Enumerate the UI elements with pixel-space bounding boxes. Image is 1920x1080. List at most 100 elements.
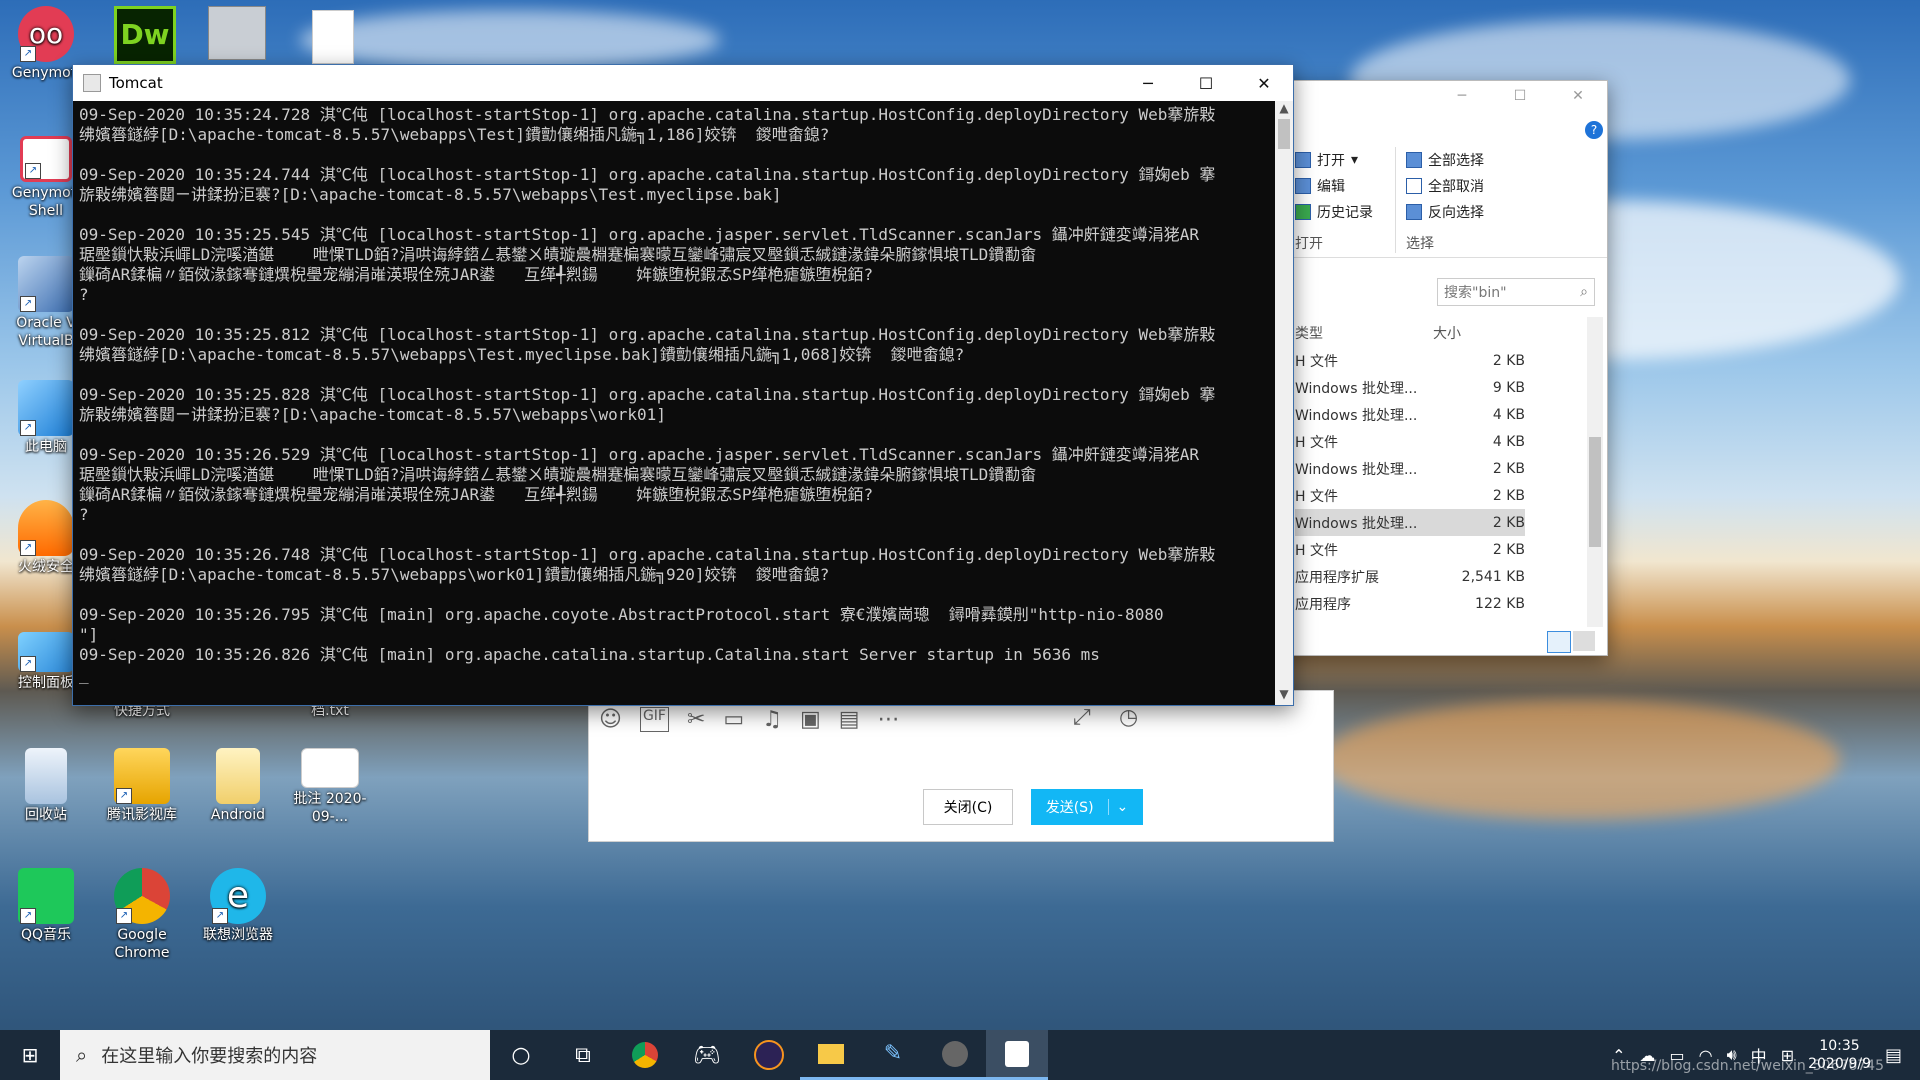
desktop-icon-screenshot[interactable]: 批注 2020-09-... [286, 748, 374, 826]
ribbon-open[interactable]: 打开 ▾ [1295, 147, 1373, 173]
file-row[interactable]: Windows 批处理... 2 KB [1295, 455, 1525, 482]
gamepad-icon[interactable]: 🎮︎ [676, 1030, 738, 1080]
cortana-icon[interactable]: ○ [490, 1030, 552, 1080]
chrome-icon[interactable] [614, 1030, 676, 1080]
history-clock-icon[interactable]: ◷ [1119, 705, 1138, 730]
genymotion-shell-icon: ↗ [20, 136, 72, 182]
tomcat-window: Tomcat ─ ☐ ✕ 09-Sep-2020 10:35:24.728 淇℃… [72, 64, 1294, 706]
desktop-icon-android[interactable]: Android [194, 748, 282, 824]
java-app-icon [83, 74, 101, 92]
desktop-icon-lenovo-browser[interactable]: e ↗ 联想浏览器 [194, 868, 282, 944]
console-line: "] [79, 625, 99, 644]
folder-icon [216, 748, 260, 804]
pen-tool-icon[interactable]: ✎ [862, 1030, 924, 1080]
help-icon[interactable]: ? [1585, 121, 1603, 139]
tomcat-titlebar[interactable]: Tomcat ─ ☐ ✕ [73, 65, 1293, 101]
windows-start-icon[interactable]: ⊞ [0, 1030, 60, 1080]
computer-icon: ↗ [18, 380, 74, 436]
search-icon: ⌕ [1580, 284, 1588, 300]
virtualbox-icon: ↗ [18, 256, 74, 312]
maximize-button[interactable]: ☐ [1491, 81, 1549, 111]
console-line: 09-Sep-2020 10:35:26.529 淇℃伅 [localhost-… [79, 445, 1200, 464]
tiles-view-icon[interactable] [1573, 631, 1595, 651]
file-row[interactable]: Windows 批处理... 2 KB [1295, 509, 1525, 536]
scissors-icon[interactable]: ✂ [687, 707, 705, 732]
scroll-up-arrow[interactable]: ▲ [1275, 101, 1293, 119]
task-view-icon[interactable]: ⧉ [552, 1030, 614, 1080]
browser-e-icon: e ↗ [210, 868, 266, 924]
console-scrollbar[interactable]: ▲ ▼ [1275, 101, 1293, 705]
dreamweaver-icon[interactable]: Dw [114, 6, 176, 64]
emoji-icon[interactable]: ☺ [599, 707, 622, 732]
ribbon-edit[interactable]: 编辑 [1295, 173, 1373, 199]
scroll-down-arrow[interactable]: ▼ [1275, 687, 1293, 705]
taskbar-search[interactable]: ⌕ 在这里输入你要搜索的内容 [60, 1030, 490, 1080]
explorer-window: ─ ☐ ✕ 打开 ▾ 编辑 历史记录 打开 全部选择 全部取消 反向选择 选择 搜… [1270, 80, 1608, 656]
desktop-icon-recycle-bin[interactable]: 回收站 [2, 748, 90, 824]
ribbon-select-all[interactable]: 全部选择 [1406, 147, 1484, 173]
video-icon[interactable]: ▤ [839, 707, 860, 732]
chevron-down-icon[interactable]: ⌄ [1107, 799, 1128, 815]
desktop-icon-tencent-video[interactable]: ↗ 腾讯影视库 [98, 748, 186, 824]
folder-icon[interactable]: ▭ [723, 707, 744, 732]
eclipse-icon[interactable] [738, 1030, 800, 1080]
minimize-button[interactable]: ─ [1433, 81, 1491, 111]
file-row[interactable]: 应用程序扩展 2,541 KB [1295, 563, 1525, 590]
details-view-icon[interactable] [1547, 631, 1571, 653]
taskbar: ⊞ ⌕ 在这里输入你要搜索的内容 ○ ⧉ 🎮︎ ✎ ⌃ ☁ ▭ ◠ 🔊︎ 中 ⊞… [0, 1030, 1920, 1080]
desktop-icon-qq-music[interactable]: ↗ QQ音乐 [2, 868, 90, 944]
explorer-scrollbar[interactable] [1587, 317, 1603, 627]
desktop-icon-chrome[interactable]: ↗ Google Chrome [98, 868, 186, 962]
console-line: 旂敤绋嬪簭閮ㄧ讲鍒扮洰褰?[D:\apache-tomcat-8.5.57\we… [79, 185, 782, 204]
taskbar-search-input[interactable]: 在这里输入你要搜索的内容 [101, 1042, 317, 1068]
search-box[interactable]: 搜索"bin" ⌕ [1437, 278, 1595, 306]
ribbon: 打开 ▾ 编辑 历史记录 打开 全部选择 全部取消 反向选择 选择 [1271, 147, 1607, 258]
file-row[interactable]: H 文件 4 KB [1295, 428, 1525, 455]
ribbon-select-none[interactable]: 全部取消 [1406, 173, 1484, 199]
search-input[interactable]: 搜索"bin" [1444, 282, 1507, 302]
console-line: 绋嬪簭鐩綍[D:\apache-tomcat-8.5.57\webapps\Te… [79, 345, 965, 364]
console-line: 09-Sep-2020 10:35:25.812 淇℃伅 [localhost-… [79, 325, 1216, 344]
notification-icon[interactable]: ▤ [1885, 1045, 1902, 1066]
minesweeper-icon[interactable] [208, 6, 266, 60]
send-button[interactable]: 发送(S) ⌄ [1031, 789, 1143, 825]
java-icon[interactable] [986, 1030, 1048, 1080]
window-title: Tomcat [109, 74, 163, 92]
console-line: 绋嬪簭鐩綍[D:\apache-tomcat-8.5.57\webapps\wo… [79, 565, 830, 584]
app-icon[interactable] [924, 1030, 986, 1080]
more-icon[interactable]: ⋯ [878, 707, 900, 732]
gif-icon[interactable]: GIF [639, 707, 669, 732]
file-row[interactable]: Windows 批处理... 4 KB [1295, 401, 1525, 428]
file-row[interactable]: 应用程序 122 KB [1295, 590, 1525, 617]
ribbon-history[interactable]: 历史记录 [1295, 199, 1373, 225]
close-button[interactable]: ✕ [1235, 65, 1293, 101]
console-line: 09-Sep-2020 10:35:26.748 淇℃伅 [localhost-… [79, 545, 1216, 564]
close-button[interactable]: 关闭(C) [923, 789, 1013, 825]
music-icon[interactable]: ♫ [762, 707, 782, 732]
control-panel-icon: ↗ [18, 632, 74, 672]
scroll-thumb[interactable] [1278, 119, 1290, 149]
image-icon[interactable]: ▣ [800, 707, 821, 732]
expand-icon[interactable]: ⤢ [1073, 705, 1091, 730]
file-row[interactable]: H 文件 2 KB [1295, 482, 1525, 509]
console-output[interactable]: 09-Sep-2020 10:35:24.728 淇℃伅 [localhost-… [73, 101, 1275, 705]
send-label: 发送(S) [1045, 800, 1094, 816]
file-row[interactable]: H 文件 2 KB [1295, 536, 1525, 563]
file-row[interactable]: H 文件 2 KB [1295, 347, 1525, 374]
blank-file-icon[interactable] [312, 10, 354, 64]
close-button[interactable]: ✕ [1549, 81, 1607, 111]
scroll-thumb[interactable] [1589, 437, 1601, 547]
minimize-button[interactable]: ─ [1119, 65, 1177, 101]
column-header-size[interactable]: 大小 [1433, 323, 1461, 343]
file-explorer-icon[interactable] [800, 1030, 862, 1080]
console-line: 09-Sep-2020 10:35:26.826 淇℃伅 [main] org.… [79, 645, 1100, 664]
column-header-type[interactable]: 类型 [1295, 323, 1323, 343]
file-row[interactable]: Windows 批处理... 9 KB [1295, 374, 1525, 401]
maximize-button[interactable]: ☐ [1177, 65, 1235, 101]
ribbon-invert[interactable]: 反向选择 [1406, 199, 1484, 225]
console-line: 09-Sep-2020 10:35:26.795 淇℃伅 [main] org.… [79, 605, 1164, 624]
